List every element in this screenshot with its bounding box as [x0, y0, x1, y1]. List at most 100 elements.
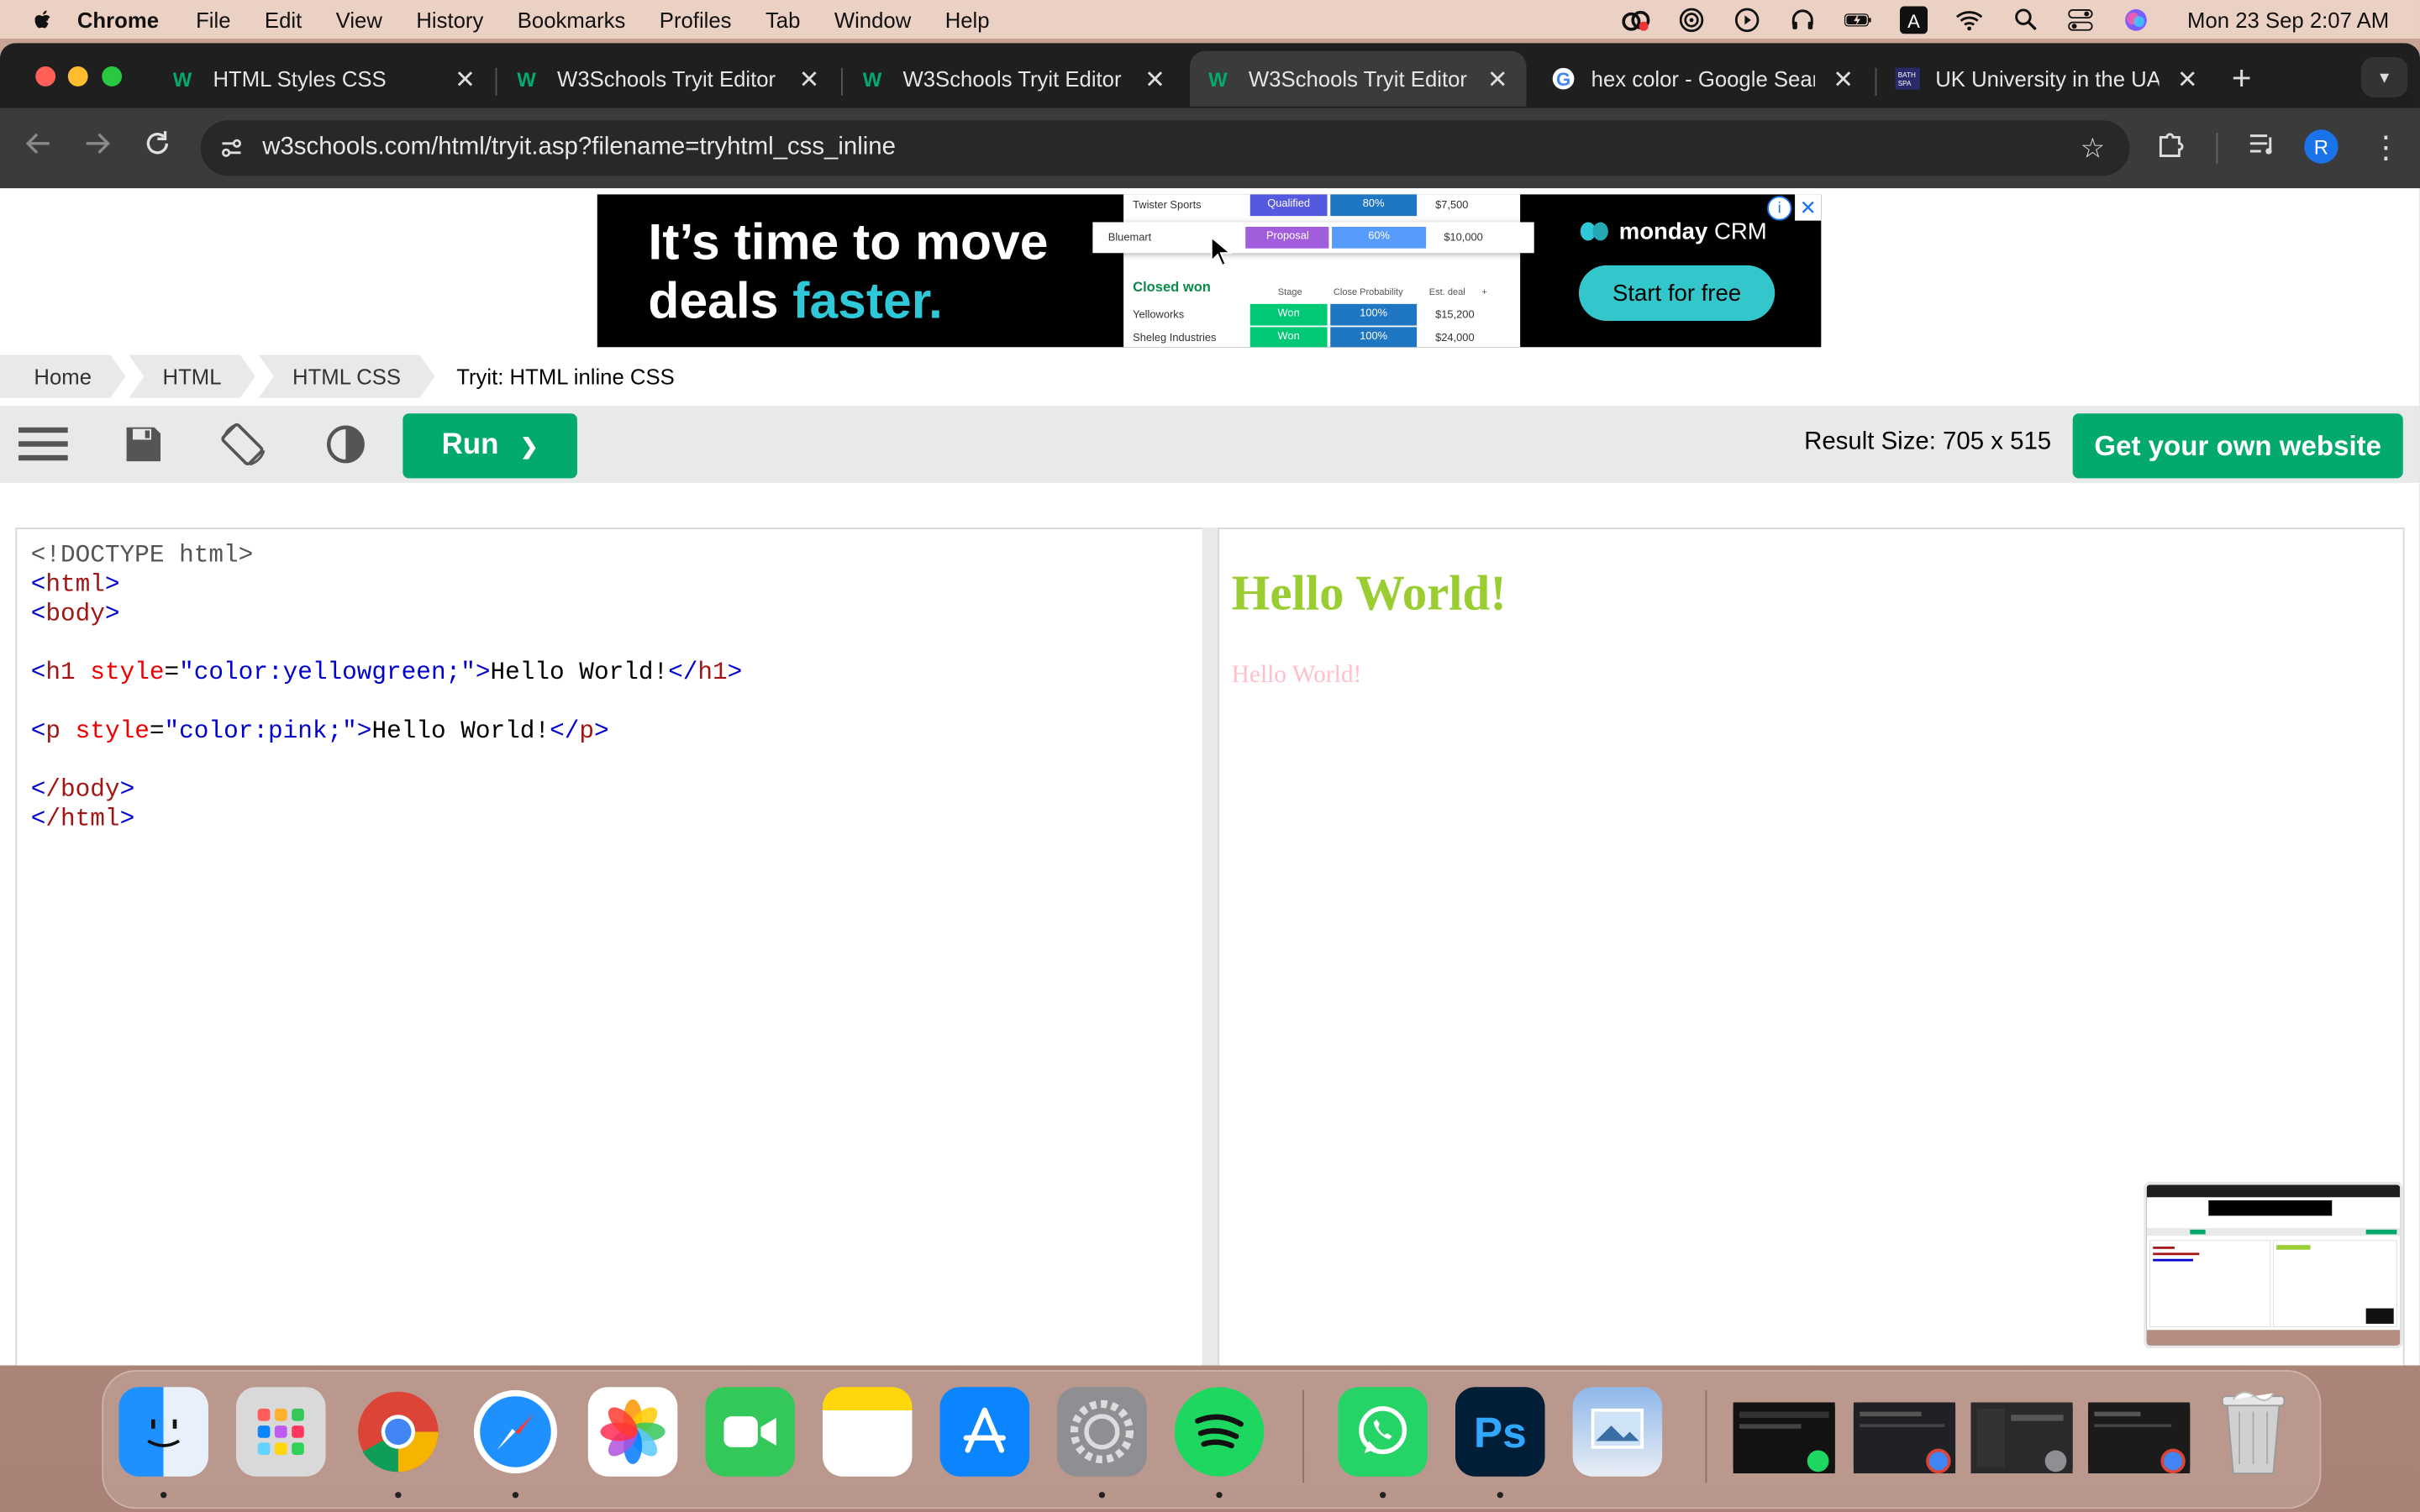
play-icon[interactable] [1733, 5, 1761, 33]
airdrop-icon[interactable] [1678, 5, 1706, 33]
tab-tryit-editor-2[interactable]: W W3Schools Tryit Editor ✕ [844, 51, 1184, 107]
close-tab-icon[interactable]: ✕ [455, 65, 476, 96]
run-button[interactable]: Run ❯ [402, 413, 577, 479]
input-source-icon[interactable]: A [1900, 5, 1928, 34]
close-tab-icon[interactable]: ✕ [799, 65, 820, 96]
dock-system-settings-icon[interactable] [1057, 1387, 1147, 1477]
zoom-window-button[interactable] [102, 66, 123, 87]
dark-mode-contrast-icon[interactable] [321, 421, 371, 467]
close-tab-icon[interactable]: ✕ [1487, 65, 1508, 96]
profile-avatar[interactable]: R [2304, 129, 2338, 164]
menu-tab[interactable]: Tab [765, 7, 800, 31]
code-content[interactable]: <!DOCTYPE html> <html> <body> <h1 style=… [31, 542, 743, 835]
minimize-window-button[interactable] [67, 66, 88, 87]
breadcrumb-html-css[interactable]: HTML CSS [259, 354, 435, 397]
hamburger-menu-icon[interactable] [18, 421, 68, 467]
control-center-icon[interactable] [2067, 5, 2095, 33]
ad-cta-button[interactable]: Start for free [1578, 265, 1776, 322]
tab-uk-university[interactable]: BATH SPA UK University in the UAE ✕ [1876, 51, 2216, 107]
ad-close-icon[interactable]: ✕ [1795, 194, 1822, 221]
tab-search-chevron-icon[interactable]: ▾ [2361, 56, 2408, 97]
dock-trash-icon[interactable] [2208, 1387, 2298, 1477]
svg-text:G: G [1556, 69, 1570, 90]
code-line: <p style="color:pink;">Hello World!</p> [30, 717, 609, 746]
advertisement-banner[interactable]: It’s time to move deals faster. Twister … [597, 194, 1822, 348]
menu-bookmarks[interactable]: Bookmarks [518, 7, 626, 31]
dock-preview-icon[interactable] [1572, 1387, 1663, 1477]
menu-clock[interactable]: Mon 23 Sep 2:07 AM [2187, 7, 2389, 31]
screenshot-thumbnail-preview[interactable] [2144, 1181, 2403, 1349]
creative-cloud-icon[interactable] [1622, 5, 1650, 33]
ad-headline-accent: faster. [792, 271, 943, 329]
dock-minimized-window-chrome-2[interactable] [2088, 1402, 2191, 1474]
dock-running-dot [1098, 1492, 1106, 1499]
bookmark-star-icon[interactable]: ☆ [2081, 133, 2106, 165]
dock-app-store-icon[interactable] [939, 1387, 1030, 1477]
address-bar[interactable]: w3schools.com/html/tryit.asp?filename=tr… [200, 120, 2130, 176]
close-tab-icon[interactable]: ✕ [1833, 65, 1854, 96]
ad-headline: It’s time to move deals faster. [648, 213, 1048, 330]
menu-file[interactable]: File [196, 7, 230, 31]
dock-chrome-icon[interactable] [354, 1387, 444, 1477]
svg-text:W: W [1208, 69, 1228, 90]
pane-resize-handle[interactable] [1202, 528, 1218, 1366]
dock-finder-icon[interactable] [118, 1387, 208, 1477]
dock-photos-icon[interactable] [587, 1387, 678, 1477]
chrome-menu-icon[interactable]: ⋮ [2370, 128, 2402, 166]
address-url[interactable]: w3schools.com/html/tryit.asp?filename=tr… [262, 134, 896, 162]
forward-arrow-icon[interactable] [83, 129, 111, 166]
code-editor[interactable]: <!DOCTYPE html> <html> <body> <h1 style=… [15, 528, 1204, 1366]
battery-icon[interactable] [1844, 5, 1872, 33]
breadcrumb-home[interactable]: Home [0, 354, 125, 397]
dock-minimized-window-spotify[interactable] [1733, 1402, 1835, 1474]
wifi-icon[interactable] [1956, 5, 1984, 33]
spotlight-search-icon[interactable] [2012, 5, 2039, 33]
save-floppy-icon[interactable] [118, 421, 168, 467]
tab-google-search[interactable]: G hex color - Google Search ✕ [1533, 51, 1872, 107]
dock-launchpad-icon[interactable] [236, 1387, 326, 1477]
siri-icon[interactable] [2123, 5, 2150, 33]
ad-row-stage: Proposal [1245, 226, 1330, 249]
tab-tryit-editor-active[interactable]: W W3Schools Tryit Editor ✕ [1190, 50, 1527, 107]
extensions-puzzle-icon[interactable] [2156, 128, 2187, 166]
menu-app-name[interactable]: Chrome [77, 7, 159, 31]
ad-row-stage: Won [1249, 303, 1328, 326]
ad-headline-line2: deals faster. [648, 271, 1048, 330]
media-controls-icon[interactable] [2247, 128, 2278, 166]
dock-running-dot [160, 1492, 167, 1499]
tab-html-styles-css[interactable]: W HTML Styles CSS ✕ [155, 51, 494, 107]
dock-minimized-window-settings[interactable] [1970, 1402, 2073, 1474]
code-line: <!DOCTYPE html> [31, 542, 743, 571]
menu-history[interactable]: History [416, 7, 483, 31]
get-your-own-website-button[interactable]: Get your own website [2072, 413, 2403, 479]
back-arrow-icon[interactable] [24, 129, 52, 166]
dock-minimized-window-chrome-1[interactable] [1853, 1402, 1956, 1474]
menu-help[interactable]: Help [945, 7, 990, 31]
ad-row-stage: Won [1249, 327, 1328, 348]
close-window-button[interactable] [35, 66, 56, 87]
reload-icon[interactable] [144, 129, 171, 166]
menu-window[interactable]: Window [834, 7, 911, 31]
ad-row-prob: 60% [1332, 226, 1426, 249]
code-tag: body [45, 600, 105, 628]
dock-facetime-icon[interactable] [705, 1387, 795, 1477]
dock-whatsapp-icon[interactable] [1338, 1387, 1428, 1477]
dock-spotify-icon[interactable] [1174, 1387, 1265, 1477]
dock-notes-icon[interactable] [822, 1387, 913, 1477]
menu-profiles[interactable]: Profiles [660, 7, 732, 31]
site-info-icon[interactable] [219, 136, 244, 160]
close-tab-icon[interactable]: ✕ [2177, 65, 2198, 96]
ad-col-header: + [1481, 288, 1487, 298]
new-tab-button[interactable]: + [2232, 59, 2252, 99]
dock-photoshop-icon[interactable]: Ps [1455, 1387, 1545, 1477]
ad-info-icon[interactable]: i [1767, 196, 1792, 221]
rotate-layout-icon[interactable] [219, 421, 269, 467]
breadcrumb-html[interactable]: HTML [129, 354, 255, 397]
close-tab-icon[interactable]: ✕ [1144, 65, 1165, 96]
dock-safari-icon[interactable] [471, 1387, 560, 1477]
menu-edit[interactable]: Edit [265, 7, 302, 31]
menu-view[interactable]: View [336, 7, 382, 31]
headphones-icon[interactable] [1789, 5, 1817, 33]
apple-logo-icon[interactable] [31, 7, 55, 31]
tab-tryit-editor-1[interactable]: W W3Schools Tryit Editor ✕ [498, 51, 838, 107]
